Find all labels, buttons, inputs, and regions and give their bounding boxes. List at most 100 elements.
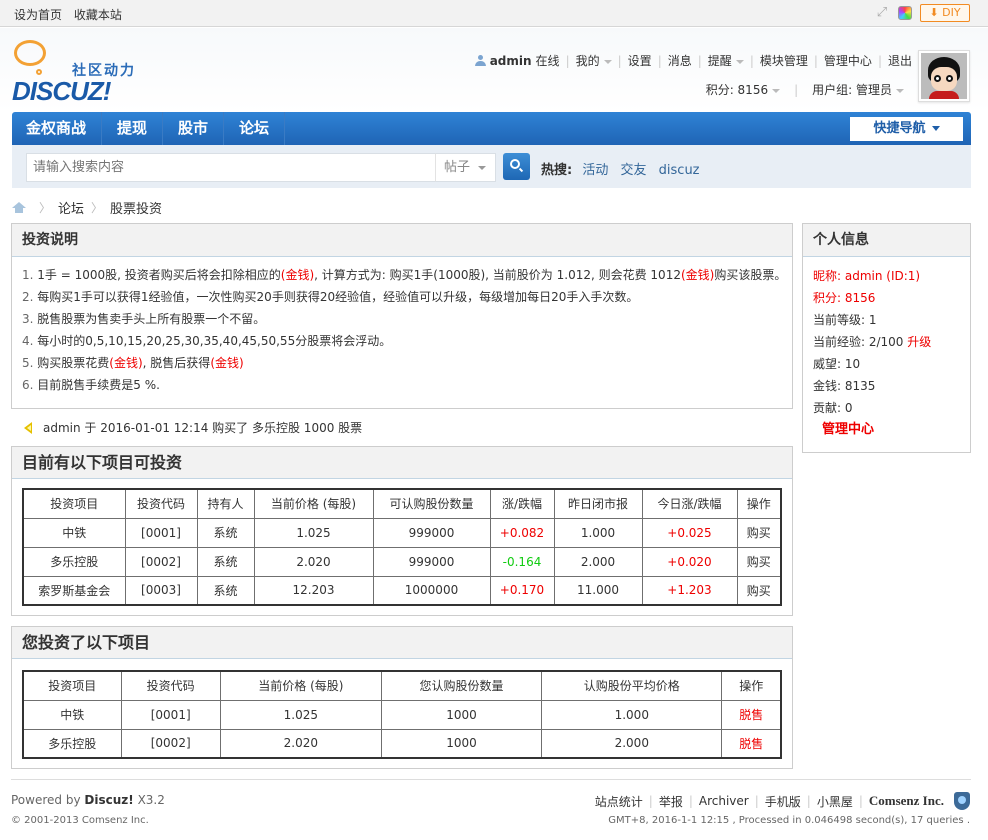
powered-prefix: Powered by — [11, 793, 81, 807]
diy-button[interactable]: ⬇ DIY — [920, 4, 970, 22]
hot-search-label: 热搜: — [541, 163, 573, 178]
buy-button[interactable]: 购买 — [736, 517, 782, 548]
sell-button[interactable]: 脱售 — [721, 699, 782, 730]
price-change: +0.170 — [489, 575, 555, 606]
project-name: 多乐控股 — [22, 546, 126, 577]
footer-company-link[interactable]: Comsenz Inc. — [869, 793, 944, 809]
table-row: 索罗斯基金会 [0003] 系统 12.203 1000000 +0.170 11.000 +… — [22, 575, 782, 606]
profile-list: 昵称: admin (ID:1) 积分: 8156 当前等级: 1 当前经验: … — [803, 257, 970, 441]
owned-shares: 1000 — [380, 728, 543, 759]
announcement-ticker: admin 于 2016-01-01 12:14 购买了 多乐控股 1000 股… — [24, 419, 362, 436]
nav-item-stock[interactable]: 股市 — [163, 112, 225, 145]
line-number: 2. — [22, 290, 34, 304]
chevron-down-icon — [896, 88, 904, 93]
column-header: 投资代码 — [124, 488, 198, 519]
line-number: 5. — [22, 356, 34, 370]
current-price: 1.025 — [219, 699, 382, 730]
profile-nickname: 昵称: admin (ID:1) — [813, 269, 921, 283]
footer-link-archiver[interactable]: Archiver — [699, 794, 749, 808]
buy-button[interactable]: 购买 — [736, 546, 782, 577]
hot-term-link[interactable]: 活动 — [582, 163, 608, 178]
chevron-down-icon — [603, 59, 612, 64]
holder: 系统 — [196, 517, 255, 548]
upgrade-link[interactable]: 升级 — [907, 335, 931, 349]
footer-link-report[interactable]: 举报 — [659, 793, 683, 810]
divider: | — [877, 53, 882, 68]
project-code: [0002] — [124, 546, 198, 577]
footer-link-stats[interactable]: 站点统计 — [595, 793, 643, 810]
column-header: 今日涨/跌幅 — [641, 488, 738, 519]
table-row: 中铁 [0001] 1.025 1000 1.000 脱售 — [22, 699, 782, 730]
breadcrumb-forum[interactable]: 论坛 — [58, 198, 84, 217]
menu-admin-center[interactable]: 管理中心 — [824, 52, 872, 69]
holder: 系统 — [196, 575, 255, 606]
menu-module-manage[interactable]: 模块管理 — [760, 52, 808, 69]
search-bar: 帖子 热搜: 活动 交友 discuz — [12, 145, 971, 188]
menu-mine[interactable]: 我的 — [576, 52, 612, 69]
usergroup-menu[interactable]: 用户组: 管理员 — [812, 81, 904, 98]
today-change: +0.025 — [641, 517, 738, 548]
line-number: 4. — [22, 334, 34, 348]
nav-item-jinquan[interactable]: 金权商战 — [12, 112, 103, 145]
search-icon-handle — [518, 167, 524, 173]
ticker-text: admin 于 2016-01-01 12:14 购买了 多乐控股 1000 股… — [43, 421, 363, 435]
nav-item-withdraw[interactable]: 提现 — [102, 112, 164, 145]
bookmark-link[interactable]: 收藏本站 — [74, 8, 122, 22]
speaker-icon — [24, 422, 32, 434]
footer-divider — [11, 779, 971, 780]
available-investments-panel: 目前有以下项目可投资 投资项目 投资代码 持有人 当前价格 (每股) 可认购股份数量 涨/… — [11, 446, 793, 616]
column-header: 认购股份平均价格 — [541, 670, 723, 701]
intro-line: 5. 购买股票花费(金钱), 脱售后获得(金钱) — [22, 352, 792, 374]
column-header: 投资项目 — [22, 488, 126, 519]
download-arrow-icon: ⬇ — [929, 6, 939, 19]
hot-term-link[interactable]: discuz — [659, 163, 700, 178]
column-header: 您认购股份数量 — [380, 670, 543, 701]
search-type-select[interactable]: 帖子 — [435, 153, 496, 182]
footer-link-blacklist[interactable]: 小黑屋 — [817, 793, 853, 810]
credits-menu[interactable]: 积分: 8156 — [705, 81, 781, 98]
table-header-row: 投资项目 投资代码 持有人 当前价格 (每股) 可认购股份数量 涨/跌幅 昨日闭市报 今日涨/… — [22, 488, 782, 519]
search-type-label: 帖子 — [444, 160, 471, 175]
nav-item-forum[interactable]: 论坛 — [224, 112, 286, 145]
column-header: 操作 — [736, 488, 782, 519]
powered-brand-link[interactable]: Discuz! — [84, 793, 133, 807]
sell-button[interactable]: 脱售 — [721, 728, 782, 759]
menu-logout[interactable]: 退出 — [888, 52, 912, 69]
line-number: 3. — [22, 312, 34, 326]
hot-term-link[interactable]: 交友 — [621, 163, 647, 178]
logo[interactable]: 社区动力 DISCUZ! — [12, 40, 152, 106]
quick-nav-button[interactable]: 快捷导航 — [850, 117, 963, 141]
intro-list: 1. 1手 = 1000股, 投资者购买后将会扣除相应的(金钱), 计算方式为:… — [12, 257, 792, 396]
menu-reminders[interactable]: 提醒 — [708, 52, 744, 69]
project-name: 中铁 — [22, 699, 122, 730]
column-header: 持有人 — [196, 488, 255, 519]
column-header: 投资项目 — [22, 670, 122, 701]
security-shield-icon[interactable] — [954, 792, 970, 810]
credits-label: 积分: 8156 — [705, 83, 769, 97]
breadcrumb: 〉 论坛 〉 股票投资 — [12, 198, 162, 217]
profile-money: 金钱: 8135 — [813, 379, 876, 393]
user-icon — [474, 54, 486, 67]
fullscreen-icon[interactable]: ⤢ — [874, 5, 890, 21]
project-name: 中铁 — [22, 517, 126, 548]
current-price: 1.025 — [253, 517, 374, 548]
footer-link-mobile[interactable]: 手机版 — [765, 793, 801, 810]
avatar[interactable] — [918, 50, 970, 102]
breadcrumb-stock-invest[interactable]: 股票投资 — [110, 198, 162, 217]
line-text: 目前脱售手续费是5 %. — [37, 378, 160, 392]
line-number: 1. — [22, 268, 34, 282]
money-highlight: (金钱) — [210, 356, 244, 370]
set-homepage-link[interactable]: 设为首页 — [14, 8, 62, 22]
divider: | — [806, 794, 811, 808]
home-icon[interactable] — [12, 202, 26, 213]
admin-center-link[interactable]: 管理中心 — [813, 419, 970, 441]
online-status[interactable]: 在线 — [536, 52, 560, 69]
search-button[interactable] — [503, 153, 530, 180]
menu-messages[interactable]: 消息 — [668, 52, 692, 69]
menu-settings[interactable]: 设置 — [628, 52, 652, 69]
color-scheme-icon[interactable] — [898, 6, 912, 20]
buy-button[interactable]: 购买 — [736, 575, 782, 606]
chevron-down-icon — [735, 59, 744, 64]
search-input[interactable] — [26, 153, 436, 182]
username-link[interactable]: admin — [490, 54, 532, 68]
